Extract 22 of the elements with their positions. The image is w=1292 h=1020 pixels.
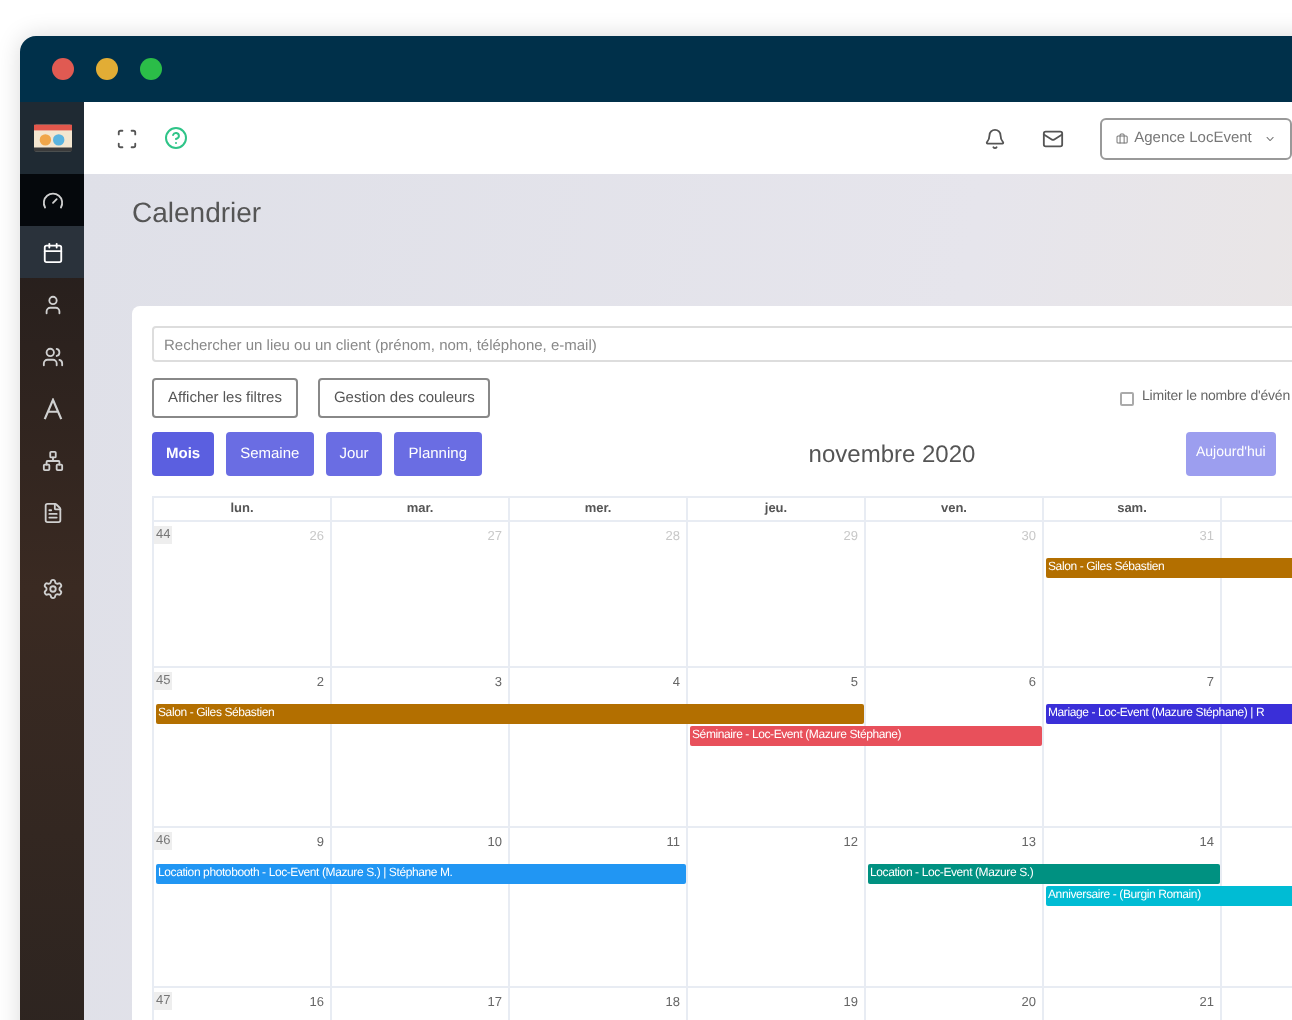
chevron-down-icon bbox=[1263, 131, 1276, 145]
sidebar-item[interactable] bbox=[20, 174, 84, 226]
calendar-icon bbox=[41, 241, 63, 263]
letter-a-icon bbox=[41, 397, 63, 419]
month-title: novembre 2020 bbox=[806, 438, 978, 472]
users-icon bbox=[41, 345, 63, 367]
network-icon bbox=[41, 449, 63, 471]
sidebar-item[interactable] bbox=[20, 226, 84, 278]
mail-icon[interactable] bbox=[1042, 127, 1064, 149]
settings-icon bbox=[41, 577, 63, 599]
maximize-window-button[interactable] bbox=[140, 58, 162, 80]
close-window-button[interactable] bbox=[52, 58, 74, 80]
document-icon bbox=[41, 501, 63, 523]
dashboard-icon bbox=[41, 189, 63, 211]
fullscreen-icon[interactable] bbox=[116, 127, 138, 149]
notification-icon[interactable] bbox=[984, 127, 1006, 149]
page-title: Calendrier bbox=[132, 194, 264, 230]
minimize-window-button[interactable] bbox=[96, 58, 118, 80]
briefcase-icon bbox=[1116, 131, 1129, 145]
limit-checkbox[interactable] bbox=[1119, 391, 1134, 405]
user-icon bbox=[41, 293, 63, 315]
logo-drawing bbox=[33, 124, 71, 152]
